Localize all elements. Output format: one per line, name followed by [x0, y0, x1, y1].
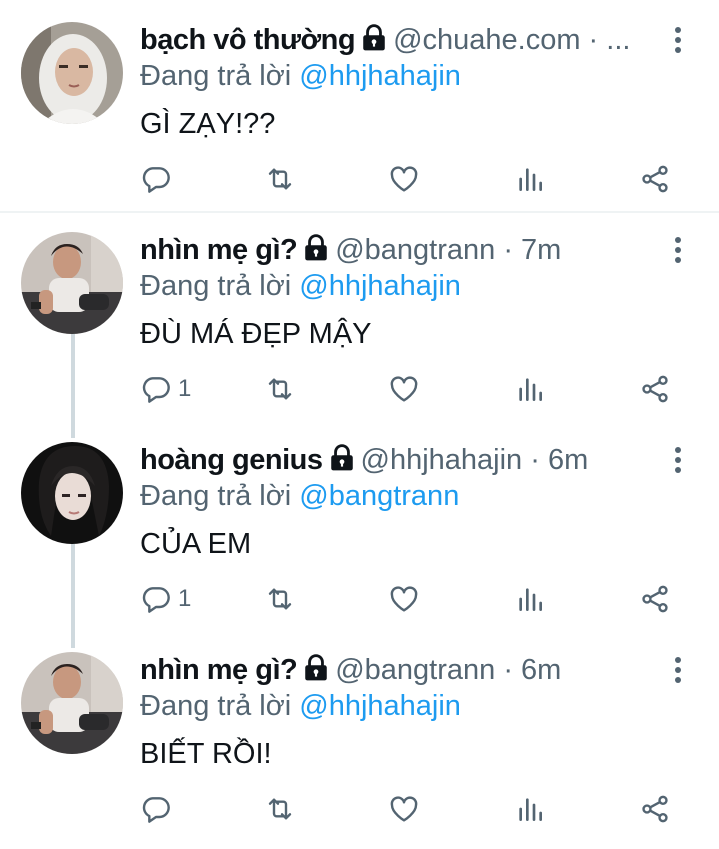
analytics-icon — [514, 373, 546, 405]
share-icon — [639, 163, 671, 195]
display-name[interactable]: hoàng genius — [140, 444, 323, 476]
more-vertical-icon[interactable] — [667, 446, 689, 474]
replying-to-label: Đang trả lời — [140, 690, 292, 722]
more-vertical-icon[interactable] — [667, 656, 689, 684]
username[interactable]: @bangtrann · 7m — [335, 234, 561, 266]
tweet[interactable]: bạch vô thường @chuahe.com · ... Đang trả… — [0, 20, 719, 210]
tweet[interactable]: nhìn mẹ gì? @bangtrann · 6m Đang trả lời … — [0, 650, 719, 849]
reply-button[interactable]: 1 — [140, 372, 191, 406]
lock-icon — [303, 654, 329, 682]
tweet-text: CỦA EM — [140, 528, 252, 560]
display-name[interactable]: nhìn mẹ gì? — [140, 234, 298, 266]
analytics-button[interactable] — [514, 162, 546, 196]
reply-icon — [140, 583, 172, 615]
like-button[interactable] — [388, 792, 420, 826]
tweet-actions — [140, 792, 700, 826]
tweet-header: hoàng genius @hhjhahajin · 6m — [140, 440, 665, 480]
share-button[interactable] — [639, 582, 671, 616]
like-icon — [388, 373, 420, 405]
share-icon — [639, 373, 671, 405]
replying-to: Đang trả lời @hhjhahajin — [140, 56, 461, 96]
like-icon — [388, 793, 420, 825]
avatar[interactable] — [21, 232, 123, 334]
share-button[interactable] — [639, 792, 671, 826]
tweet-actions: 1 — [140, 582, 700, 616]
share-button[interactable] — [639, 372, 671, 406]
reply-count: 1 — [178, 375, 192, 402]
tweet-actions — [140, 162, 700, 196]
lock-icon — [303, 234, 329, 262]
more-vertical-icon[interactable] — [667, 26, 689, 54]
replying-to: Đang trả lời @hhjhahajin — [140, 686, 461, 726]
share-icon — [639, 583, 671, 615]
retweet-button[interactable] — [264, 792, 296, 826]
retweet-button[interactable] — [264, 162, 296, 196]
retweet-icon — [264, 373, 296, 405]
share-button[interactable] — [639, 162, 671, 196]
avatar[interactable] — [21, 22, 123, 124]
reply-button[interactable] — [140, 162, 178, 196]
reply-mention-link[interactable]: @hhjhahajin — [299, 270, 461, 302]
like-button[interactable] — [388, 162, 420, 196]
reply-icon — [140, 373, 172, 405]
reply-mention-link[interactable]: @bangtrann — [299, 480, 459, 512]
like-icon — [388, 583, 420, 615]
username[interactable]: @chuahe.com · ... — [393, 24, 630, 56]
more-vertical-icon[interactable] — [667, 236, 689, 264]
tweet-header: nhìn mẹ gì? @bangtrann · 7m — [140, 230, 665, 270]
like-icon — [388, 163, 420, 195]
like-button[interactable] — [388, 582, 420, 616]
analytics-icon — [514, 163, 546, 195]
analytics-button[interactable] — [514, 582, 546, 616]
display-name[interactable]: bạch vô thường — [140, 24, 356, 56]
avatar[interactable] — [21, 652, 123, 754]
display-name[interactable]: nhìn mẹ gì? — [140, 654, 298, 686]
lock-icon — [361, 24, 387, 52]
replying-to-label: Đang trả lời — [140, 480, 292, 512]
share-icon — [639, 793, 671, 825]
analytics-icon — [514, 793, 546, 825]
tweet[interactable]: hoàng genius @hhjhahajin · 6m Đang trả lờ… — [0, 440, 719, 640]
reply-icon — [140, 163, 172, 195]
reply-mention-link[interactable]: @hhjhahajin — [299, 60, 461, 92]
replying-to-label: Đang trả lời — [140, 60, 292, 92]
replying-to: Đang trả lời @bangtrann — [140, 476, 459, 516]
reply-icon — [140, 793, 172, 825]
lock-icon — [329, 444, 355, 472]
retweet-button[interactable] — [264, 582, 296, 616]
retweet-icon — [264, 793, 296, 825]
tweet-header: bạch vô thường @chuahe.com · ... — [140, 20, 665, 60]
replying-to-label: Đang trả lời — [140, 270, 292, 302]
reply-button[interactable] — [140, 792, 178, 826]
tweet-separator — [0, 211, 719, 213]
reply-mention-link[interactable]: @hhjhahajin — [299, 690, 461, 722]
tweet-actions: 1 — [140, 372, 700, 406]
tweet-text: GÌ ZẠY!?? — [140, 108, 276, 140]
avatar[interactable] — [21, 442, 123, 544]
replying-to: Đang trả lời @hhjhahajin — [140, 266, 461, 306]
like-button[interactable] — [388, 372, 420, 406]
tweet-header: nhìn mẹ gì? @bangtrann · 6m — [140, 650, 665, 690]
analytics-button[interactable] — [514, 372, 546, 406]
username[interactable]: @bangtrann · 6m — [335, 654, 561, 686]
tweet[interactable]: nhìn mẹ gì? @bangtrann · 7m Đang trả lời … — [0, 230, 719, 430]
tweet-text: ĐÙ MÁ ĐẸP MẬY — [140, 318, 372, 350]
retweet-button[interactable] — [264, 372, 296, 406]
retweet-icon — [264, 163, 296, 195]
analytics-icon — [514, 583, 546, 615]
reply-count: 1 — [178, 585, 192, 612]
username[interactable]: @hhjhahajin · 6m — [361, 444, 589, 476]
analytics-button[interactable] — [514, 792, 546, 826]
reply-button[interactable]: 1 — [140, 582, 191, 616]
tweet-text: BIẾT RỒI! — [140, 738, 272, 770]
retweet-icon — [264, 583, 296, 615]
